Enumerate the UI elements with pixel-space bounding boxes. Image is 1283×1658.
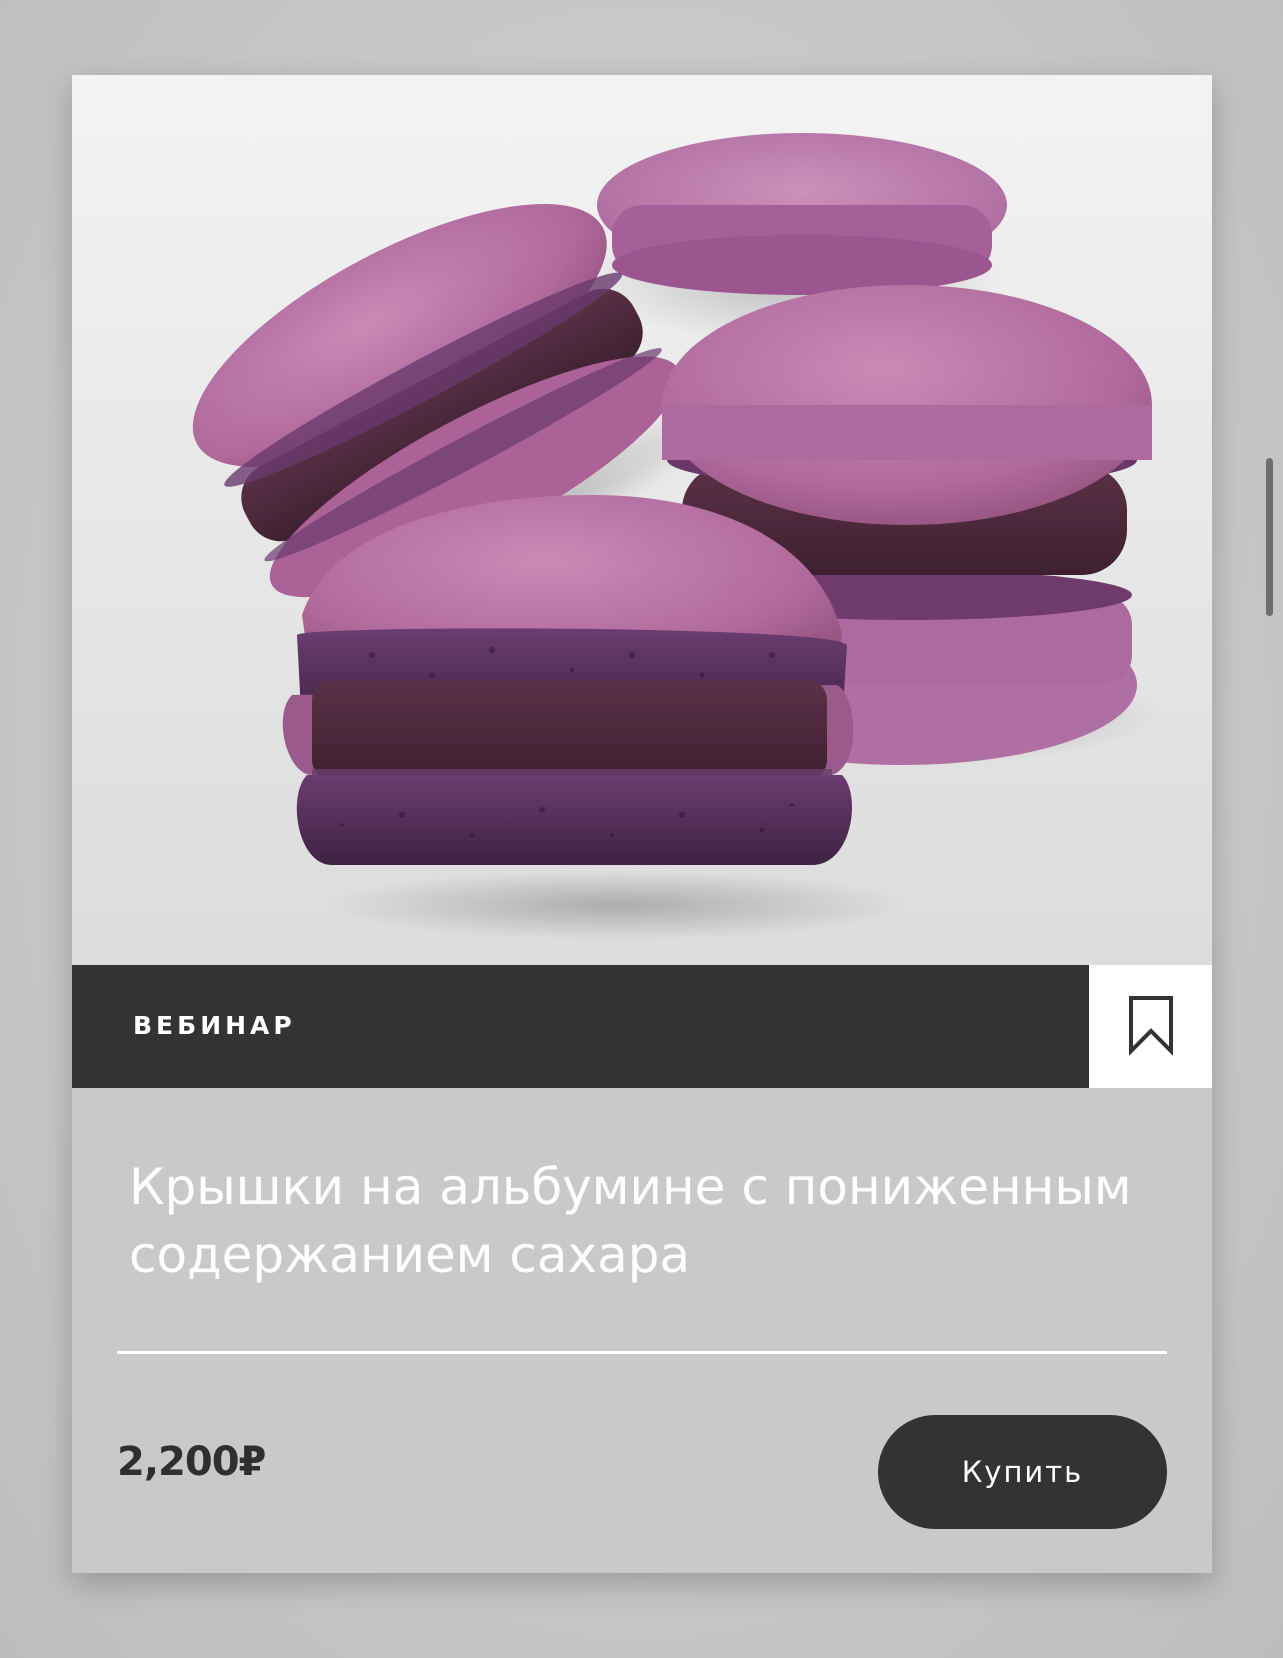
macarons-illustration — [72, 75, 1212, 965]
bookmark-icon — [1129, 996, 1173, 1056]
product-image[interactable] — [72, 75, 1212, 965]
product-card[interactable]: ВЕБИНАР Крышки на альбумине с пониженным… — [72, 75, 1212, 1573]
scrollbar-thumb[interactable] — [1266, 458, 1273, 616]
product-title: Крышки на альбумине с пониженным содержа… — [129, 1158, 1132, 1284]
price: 2,200₽ — [117, 1439, 266, 1485]
category-label: ВЕБИНАР — [133, 1011, 296, 1040]
page: ВЕБИНАР Крышки на альбумине с пониженным… — [0, 0, 1283, 1658]
buy-button[interactable]: Купить — [878, 1415, 1167, 1529]
bookmark-button[interactable] — [1089, 965, 1212, 1088]
divider — [117, 1351, 1167, 1354]
category-bar: ВЕБИНАР — [72, 965, 1089, 1088]
